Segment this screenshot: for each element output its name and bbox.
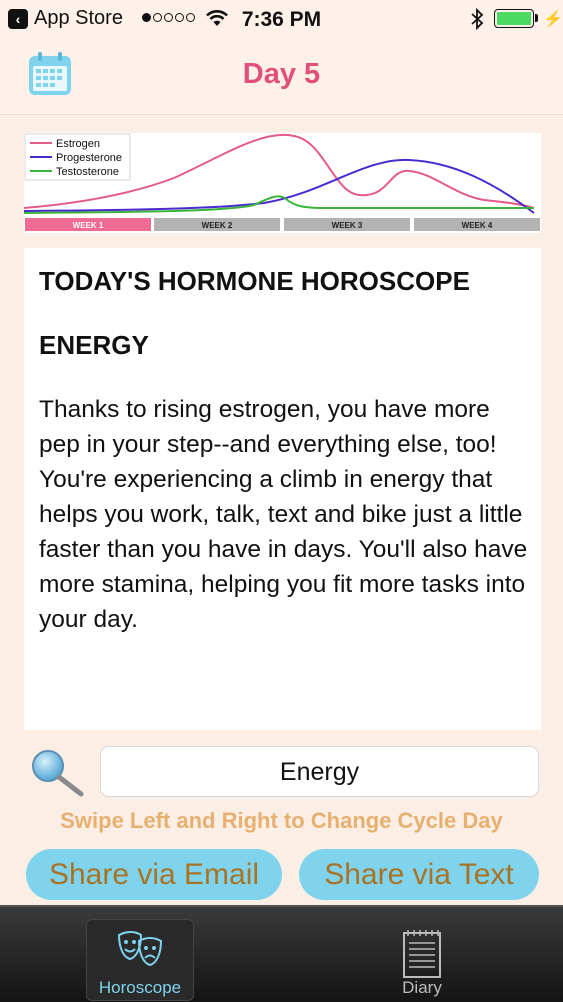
tab-diary-label: Diary	[402, 978, 442, 997]
week-bars: WEEK 1 WEEK 2 WEEK 3 WEEK 4	[25, 218, 540, 231]
tab-diary[interactable]: Diary	[368, 919, 476, 1001]
charging-bolt-icon: ⚡	[543, 11, 563, 28]
swipe-hint: Swipe Left and Right to Change Cycle Day	[60, 808, 503, 833]
status-bar: ‹ App Store 7:36 PM ⚡	[0, 0, 563, 38]
share-via-email-button[interactable]: Share via Email	[26, 849, 282, 900]
tab-bar: Horoscope Diary	[0, 905, 563, 1002]
hormone-chart-svg: Estrogen Progesterone Testosterone WEEK …	[24, 133, 541, 231]
chart-legend: Estrogen Progesterone Testosterone	[24, 133, 131, 181]
week-2-label: WEEK 2	[202, 221, 233, 230]
legend-progesterone: Progesterone	[56, 152, 122, 164]
week-3-label: WEEK 3	[332, 221, 363, 230]
page-title: Day 5	[242, 58, 321, 90]
drama-masks-icon	[117, 931, 163, 967]
horoscope-card: TODAY'S HORMONE HOROSCOPE ENERGY Thanks …	[24, 248, 541, 730]
legend-estrogen: Estrogen	[56, 138, 100, 150]
battery-icon	[494, 9, 534, 28]
notepad-icon	[403, 930, 441, 978]
horoscope-heading: TODAY'S HORMONE HOROSCOPE	[39, 266, 470, 296]
hormone-chart: Estrogen Progesterone Testosterone WEEK …	[24, 133, 541, 233]
legend-testosterone: Testosterone	[56, 166, 119, 178]
magnifier-icon[interactable]	[28, 748, 86, 798]
horoscope-body: Thanks to rising estrogen, you have more…	[39, 396, 528, 633]
navigation-bar: Day 5	[0, 38, 563, 115]
horoscope-topic: ENERGY	[39, 330, 149, 360]
week-4-label: WEEK 4	[462, 221, 493, 230]
tab-horoscope[interactable]: Horoscope	[86, 919, 194, 1001]
tab-horoscope-label: Horoscope	[98, 978, 182, 997]
week-1-label: WEEK 1	[73, 221, 104, 230]
search-field[interactable]: Energy	[100, 746, 539, 797]
share-via-text-button[interactable]: Share via Text	[299, 849, 539, 900]
bluetooth-icon	[471, 8, 484, 30]
